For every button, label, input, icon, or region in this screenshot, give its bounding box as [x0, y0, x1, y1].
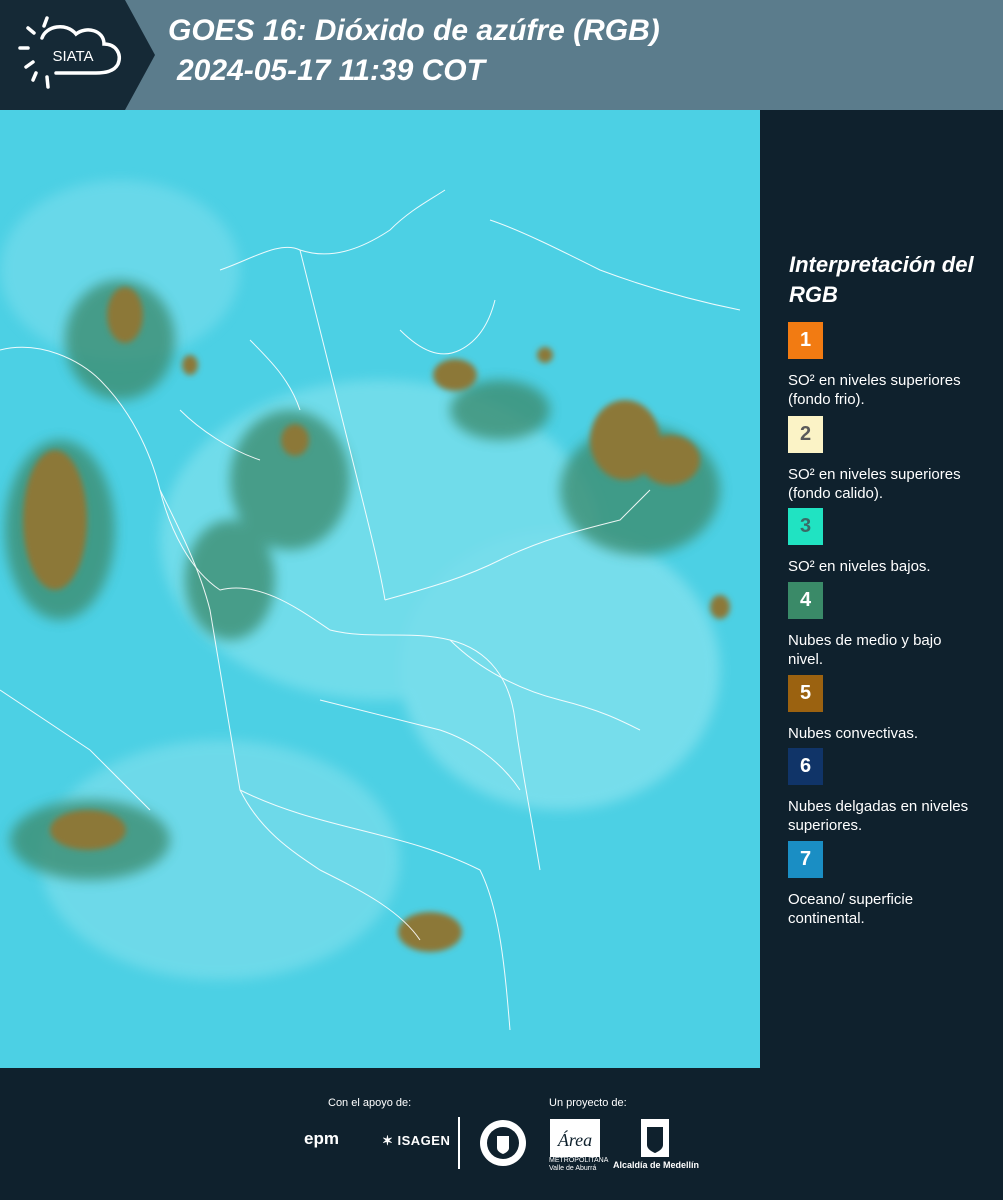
legend-item-4: 4 Nubes de medio y bajo nivel.: [788, 582, 1000, 669]
legend-swatch-1: 1: [788, 322, 823, 359]
medellin-seal-icon[interactable]: [478, 1118, 528, 1173]
footer-divider: [458, 1117, 460, 1169]
legend-label-2: SO² en niveles superiores (fondo calido)…: [788, 466, 961, 502]
legend-swatch-4: 4: [788, 582, 823, 619]
alcaldia-seal-icon[interactable]: [641, 1119, 669, 1162]
legend-item-1: 1 SO² en niveles superiores (fondo frio)…: [788, 322, 1000, 409]
legend-label-3: SO² en niveles bajos.: [788, 558, 931, 575]
page-title: GOES 16: Dióxido de azúfre (RGB): [168, 14, 660, 47]
legend-swatch-5: 5: [788, 675, 823, 712]
area-metropolitana-text: METROPOLITANA Valle de Aburrá: [549, 1157, 608, 1173]
legend-label-5: Nubes convectivas.: [788, 725, 919, 742]
legend-label-6: Nubes delgadas en niveles superiores.: [788, 798, 969, 834]
isagen-star-icon: ✶: [382, 1133, 398, 1148]
legend-item-6: 6 Nubes delgadas en niveles superiores.: [788, 748, 1000, 835]
siata-logo[interactable]: SIATA: [0, 0, 155, 110]
siata-brand-text: SIATA: [52, 48, 93, 65]
legend-swatch-2: 2: [788, 416, 823, 453]
isagen-logo[interactable]: ✶ ISAGEN: [382, 1133, 450, 1149]
timestamp: 2024-05-17 11:39 COT: [177, 54, 485, 87]
legend-item-7: 7 Oceano/ superficie continental.: [788, 841, 1000, 928]
area-sub: METROPOLITANA: [549, 1157, 609, 1164]
project-label: Un proyecto de:: [549, 1097, 627, 1109]
satellite-map[interactable]: [0, 110, 760, 1068]
isagen-label: ISAGEN: [397, 1133, 451, 1148]
legend-item-5: 5 Nubes convectivas.: [788, 675, 1000, 743]
legend-label-7: Oceano/ superficie continental.: [788, 891, 914, 927]
legend-title: Interpretación del RGB: [789, 252, 974, 307]
legend-item-2: 2 SO² en niveles superiores (fondo calid…: [788, 416, 1000, 503]
header-bar: SIATA GOES 16: Dióxido de azúfre (RGB) 2…: [0, 0, 1003, 110]
legend-swatch-7: 7: [788, 841, 823, 878]
epm-logo[interactable]: epm: [304, 1129, 339, 1149]
area-sub2: Valle de Aburrá: [549, 1165, 597, 1172]
support-label: Con el apoyo de:: [328, 1097, 412, 1109]
legend-label-4: Nubes de medio y bajo nivel.: [788, 632, 942, 668]
area-logo-text: Área: [557, 1129, 592, 1150]
legend-swatch-6: 6: [788, 748, 823, 785]
legend-swatch-3: 3: [788, 508, 823, 545]
legend-item-3: 3 SO² en niveles bajos.: [788, 508, 1000, 576]
area-metropolitana-logo[interactable]: Área: [550, 1119, 600, 1162]
alcaldia-label: Alcaldía de Medellín: [613, 1160, 700, 1170]
legend-label-1: SO² en niveles superiores (fondo frio).: [788, 372, 961, 408]
